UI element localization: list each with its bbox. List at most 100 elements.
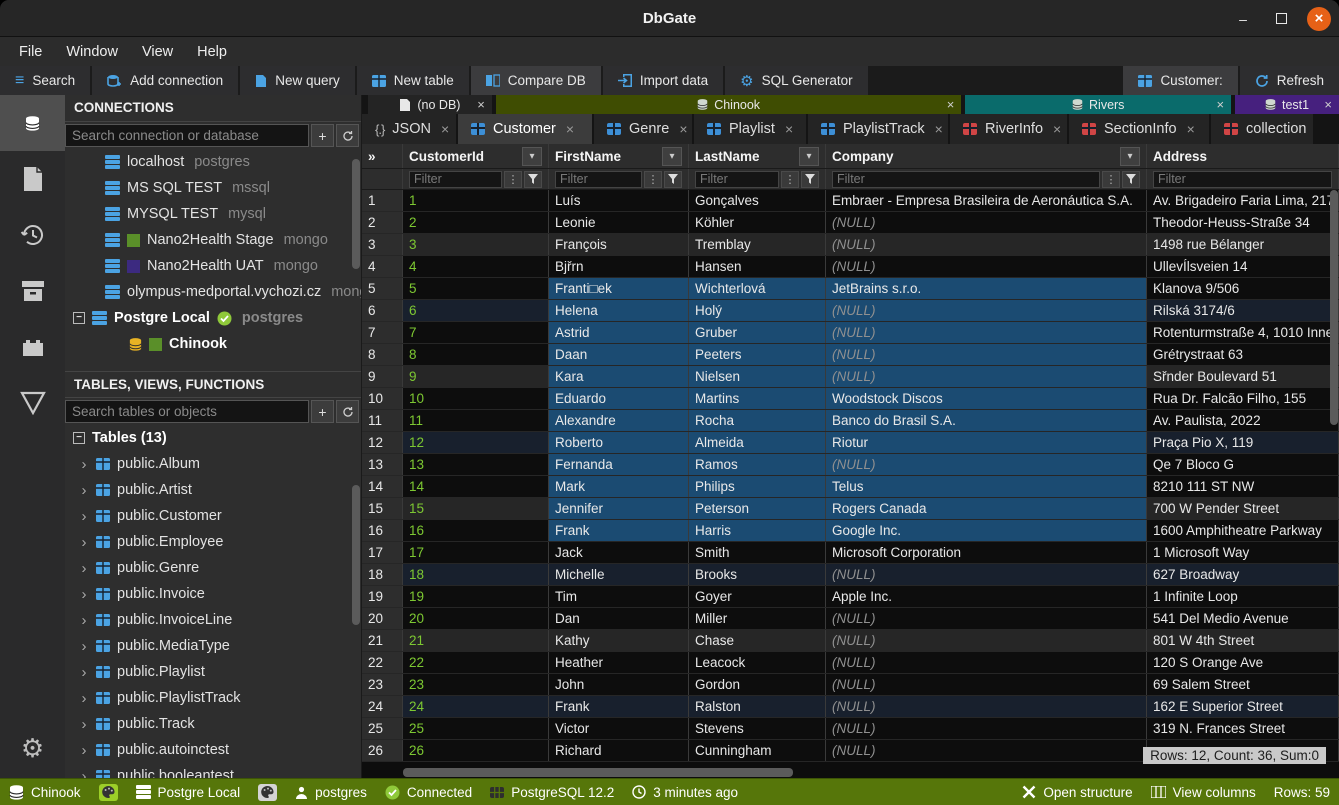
cell-firstname[interactable]: Franti□ek — [549, 278, 689, 299]
cell-address[interactable]: 319 N. Frances Street — [1147, 718, 1339, 739]
column-header-lastname[interactable]: LastName▾ — [689, 144, 826, 168]
row-number[interactable]: 1 — [362, 190, 403, 211]
table-item[interactable]: ›public.Artist — [65, 477, 361, 503]
toolbar-import-data-button[interactable]: Import data — [603, 66, 723, 95]
tables-search-input[interactable] — [65, 400, 309, 423]
toolbar-compare-db-button[interactable]: Compare DB — [471, 66, 601, 95]
statusbar-rows-59[interactable]: Rows: 59 — [1274, 785, 1330, 800]
row-number[interactable]: 14 — [362, 476, 403, 497]
cell-address[interactable]: 1498 rue Bélanger — [1147, 234, 1339, 255]
chevron-right-icon[interactable]: › — [79, 586, 89, 603]
cell-customerid[interactable]: 25 — [403, 718, 549, 739]
row-number[interactable]: 26 — [362, 740, 403, 761]
cell-lastname[interactable]: Leacock — [689, 652, 826, 673]
row-number[interactable]: 11 — [362, 410, 403, 431]
cell-customerid[interactable]: 2 — [403, 212, 549, 233]
cell-firstname[interactable]: Heather — [549, 652, 689, 673]
cell-customerid[interactable]: 1 — [403, 190, 549, 211]
connection-item[interactable]: localhostpostgres — [65, 149, 361, 175]
table-item[interactable]: ›public.booleantest — [65, 763, 361, 778]
connection-item[interactable]: MS SQL TESTmssql — [65, 175, 361, 201]
close-icon[interactable]: × — [477, 97, 485, 112]
row-number[interactable]: 10 — [362, 388, 403, 409]
cell-company[interactable]: (NULL) — [826, 212, 1147, 233]
cell-company[interactable]: Rogers Canada — [826, 498, 1147, 519]
statusbar-theme-chip[interactable] — [99, 784, 118, 801]
row-number[interactable]: 6 — [362, 300, 403, 321]
cell-address[interactable]: Qe 7 Bloco G — [1147, 454, 1339, 475]
row-number[interactable]: 13 — [362, 454, 403, 475]
table-item[interactable]: ›public.MediaType — [65, 633, 361, 659]
row-number[interactable]: 2 — [362, 212, 403, 233]
cell-company[interactable]: Woodstock Discos — [826, 388, 1147, 409]
tab-customer[interactable]: Customer× — [458, 114, 594, 144]
tables-group[interactable]: −Tables (13) — [65, 425, 361, 451]
tables-scrollbar[interactable] — [352, 485, 360, 625]
chevron-right-icon[interactable]: › — [79, 664, 89, 681]
cell-address[interactable]: Rotenturmstraße 4, 1010 Innere Stadt — [1147, 322, 1339, 343]
cell-firstname[interactable]: John — [549, 674, 689, 695]
filter-menu-icon[interactable]: ⋮ — [781, 171, 799, 188]
tab-sectioninfo[interactable]: SectionInfo× — [1069, 114, 1211, 144]
cell-firstname[interactable]: Helena — [549, 300, 689, 321]
connection-item[interactable]: Chinook — [65, 331, 361, 357]
close-icon[interactable]: × — [679, 121, 687, 137]
funnel-icon[interactable] — [1122, 171, 1140, 188]
cell-address[interactable]: Praça Pio X, 119 — [1147, 432, 1339, 453]
cell-company[interactable]: (NULL) — [826, 454, 1147, 475]
column-header-customerid[interactable]: CustomerId▾ — [403, 144, 549, 168]
close-icon[interactable]: × — [1324, 97, 1332, 112]
table-item[interactable]: ›public.Playlist — [65, 659, 361, 685]
cell-firstname[interactable]: Kathy — [549, 630, 689, 651]
cell-customerid[interactable]: 13 — [403, 454, 549, 475]
column-menu-chevron-icon[interactable]: ▾ — [799, 147, 819, 166]
toolbar-new-query-button[interactable]: New query — [240, 66, 355, 95]
cell-address[interactable]: 1600 Amphitheatre Parkway — [1147, 520, 1339, 541]
cell-company[interactable]: Microsoft Corporation — [826, 542, 1147, 563]
cell-address[interactable]: 627 Broadway — [1147, 564, 1339, 585]
cell-lastname[interactable]: Ramos — [689, 454, 826, 475]
activitybar-history[interactable] — [0, 207, 65, 263]
cell-customerid[interactable]: 11 — [403, 410, 549, 431]
cell-lastname[interactable]: Miller — [689, 608, 826, 629]
tab-playlist[interactable]: Playlist× — [694, 114, 808, 144]
cell-lastname[interactable]: Goyer — [689, 586, 826, 607]
funnel-icon[interactable] — [524, 171, 542, 188]
row-number[interactable]: 22 — [362, 652, 403, 673]
filter-input-firstname[interactable] — [555, 171, 642, 188]
theme-chip[interactable] — [99, 784, 118, 801]
column-menu-chevron-icon[interactable]: ▾ — [662, 147, 682, 166]
statusbar-postgre-local[interactable]: Postgre Local — [136, 785, 241, 800]
cell-address[interactable]: 541 Del Medio Avenue — [1147, 608, 1339, 629]
tab-riverinfo[interactable]: RiverInfo× — [950, 114, 1069, 144]
chevron-right-icon[interactable]: › — [79, 612, 89, 629]
cell-customerid[interactable]: 26 — [403, 740, 549, 761]
column-header-address[interactable]: Address — [1147, 144, 1339, 168]
cell-customerid[interactable]: 21 — [403, 630, 549, 651]
cell-lastname[interactable]: Harris — [689, 520, 826, 541]
tab-collection[interactable]: collection× — [1211, 114, 1315, 144]
statusbar-3-minutes-ago[interactable]: 3 minutes ago — [632, 785, 738, 800]
cell-customerid[interactable]: 17 — [403, 542, 549, 563]
tables-plus-button[interactable]: + — [311, 400, 334, 423]
cell-customerid[interactable]: 24 — [403, 696, 549, 717]
statusbar-chinook[interactable]: Chinook — [9, 785, 81, 800]
cell-lastname[interactable]: Smith — [689, 542, 826, 563]
grid-corner-cell[interactable]: » — [362, 144, 403, 168]
activitybar-database[interactable] — [0, 95, 65, 151]
column-header-company[interactable]: Company▾ — [826, 144, 1147, 168]
activitybar-files[interactable] — [0, 151, 65, 207]
row-number[interactable]: 20 — [362, 608, 403, 629]
cell-company[interactable]: Telus — [826, 476, 1147, 497]
menu-window[interactable]: Window — [55, 41, 129, 63]
add-connection-plus-button[interactable]: + — [311, 124, 334, 147]
dbtab-group-Chinook[interactable]: Chinook× — [496, 95, 962, 114]
cell-address[interactable]: Av. Paulista, 2022 — [1147, 410, 1339, 431]
cell-address[interactable]: Av. Brigadeiro Faria Lima, 2170 — [1147, 190, 1339, 211]
chevron-right-icon[interactable]: › — [79, 560, 89, 577]
cell-company[interactable]: Google Inc. — [826, 520, 1147, 541]
table-item[interactable]: ›public.Track — [65, 711, 361, 737]
cell-address[interactable]: UllevÍlsveien 14 — [1147, 256, 1339, 277]
tables-refresh-button[interactable] — [336, 400, 359, 423]
close-icon[interactable]: × — [785, 121, 793, 137]
